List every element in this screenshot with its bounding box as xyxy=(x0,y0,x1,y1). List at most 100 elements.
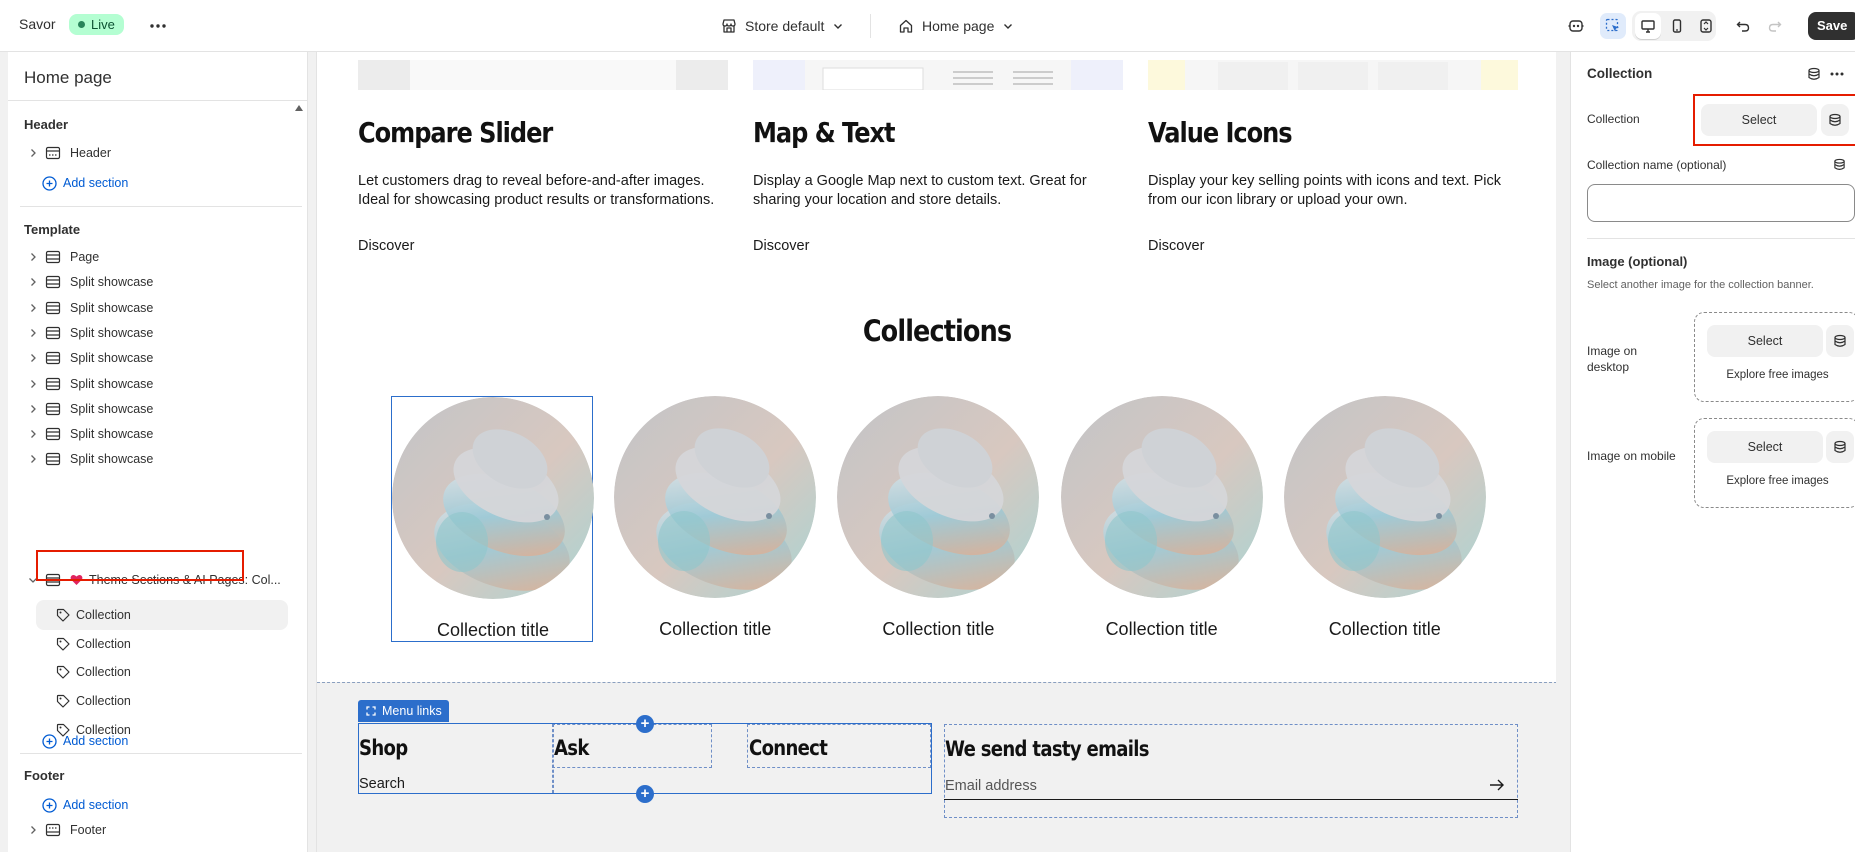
collection-card[interactable]: Collection title xyxy=(614,396,817,642)
sidebar-item-collection-block[interactable]: Collection xyxy=(56,686,131,716)
add-section-label: Add section xyxy=(63,734,129,748)
section-icon xyxy=(42,402,64,416)
menu-links-tag[interactable]: Menu links xyxy=(358,700,449,722)
sidebar-item-template[interactable]: Split showcase xyxy=(24,446,288,472)
chevron-right-icon[interactable] xyxy=(24,353,42,363)
image-mobile-select-button[interactable]: Select xyxy=(1707,431,1823,463)
sidebar-item-label: Split showcase xyxy=(70,452,154,467)
app-embeds-icon[interactable] xyxy=(1563,13,1589,39)
feature-image xyxy=(358,60,728,90)
chevron-right-icon[interactable] xyxy=(24,404,42,414)
add-block-icon[interactable]: + xyxy=(636,785,654,803)
collection-image xyxy=(837,396,1040,598)
collection-card[interactable]: Collection title xyxy=(1283,396,1486,642)
section-icon xyxy=(42,351,64,365)
sidebar-item-footer[interactable]: Footer xyxy=(24,817,288,843)
explore-free-images-link[interactable]: Explore free images xyxy=(1695,369,1855,381)
sidebar-item-label: Collection xyxy=(76,665,131,680)
dynamic-source-icon[interactable] xyxy=(1826,431,1854,463)
sidebar-item-template[interactable]: Split showcase xyxy=(24,345,288,371)
chevron-right-icon[interactable] xyxy=(24,148,42,158)
image-desktop-select-button[interactable]: Select xyxy=(1707,325,1823,357)
chevron-right-icon[interactable] xyxy=(24,379,42,389)
mobile-view-icon[interactable] xyxy=(1664,13,1690,39)
image-desktop-dropzone[interactable]: Select Explore free images xyxy=(1694,312,1855,402)
undo-icon[interactable] xyxy=(1730,13,1756,39)
sidebar-title: Home page xyxy=(24,68,112,87)
template-group-title: Template xyxy=(24,222,81,237)
chevron-right-icon[interactable] xyxy=(24,825,42,835)
add-section-button[interactable]: Add section xyxy=(42,172,128,194)
chevron-down-icon xyxy=(832,20,844,32)
image-mobile-dropzone[interactable]: Select Explore free images xyxy=(1694,418,1855,508)
scroll-up-icon[interactable] xyxy=(294,104,304,112)
chevron-right-icon[interactable] xyxy=(24,277,42,287)
chevron-down-icon xyxy=(1002,20,1014,32)
chevron-right-icon[interactable] xyxy=(24,303,42,313)
sidebar-item-label: Split showcase xyxy=(70,401,154,416)
arrow-right-icon[interactable] xyxy=(1489,778,1505,792)
sidebar-item-collection-block[interactable]: Collection xyxy=(56,600,131,630)
live-status-badge: Live xyxy=(69,14,124,35)
more-actions-icon[interactable] xyxy=(146,14,170,38)
sidebar-item-template[interactable]: Split showcase xyxy=(24,371,288,397)
theme-selector-label: Store default xyxy=(745,18,825,34)
add-section-button[interactable]: Add section xyxy=(42,730,128,752)
section-icon xyxy=(42,452,64,466)
sidebar-item-template[interactable]: Split showcase xyxy=(24,269,288,295)
chevron-right-icon[interactable] xyxy=(24,252,42,262)
sidebar-item-collection-block[interactable]: Collection xyxy=(56,629,131,659)
collection-card[interactable]: Collection title xyxy=(1060,396,1263,642)
plus-circle-icon xyxy=(42,733,57,749)
discover-link[interactable]: Discover xyxy=(753,238,809,254)
image-mobile-label: Image on mobile xyxy=(1587,449,1676,463)
save-button[interactable]: Save xyxy=(1808,12,1855,40)
explore-free-images-link[interactable]: Explore free images xyxy=(1695,475,1855,487)
collection-card[interactable]: Collection title xyxy=(837,396,1040,642)
sidebar-item-label: Collection xyxy=(76,608,131,622)
chevron-right-icon[interactable] xyxy=(24,328,42,338)
dynamic-source-icon[interactable] xyxy=(1807,67,1821,81)
sidebar-item-label: Header xyxy=(70,146,111,160)
inspector-select-icon[interactable] xyxy=(1600,13,1626,39)
chevron-right-icon[interactable] xyxy=(24,429,42,439)
sidebar-item-template[interactable]: Split showcase xyxy=(24,396,288,422)
dynamic-source-icon[interactable] xyxy=(1826,325,1854,357)
sidebar-item-template[interactable]: Split showcase xyxy=(24,295,288,321)
section-icon xyxy=(42,377,64,391)
settings-panel: Collection Collection Select Collection … xyxy=(1570,52,1855,852)
image-help-text: Select another image for the collection … xyxy=(1587,279,1814,291)
highlight-annotation xyxy=(36,550,244,581)
email-field-placeholder: Email address xyxy=(945,778,1037,794)
add-block-icon[interactable]: + xyxy=(636,715,654,733)
store-name[interactable]: Savor xyxy=(19,16,56,32)
menu-link[interactable]: Search xyxy=(359,776,405,792)
section-icon xyxy=(42,146,64,160)
page-selector[interactable]: Home page xyxy=(898,14,1014,38)
collection-name-field[interactable] xyxy=(1587,184,1855,222)
sidebar-item-header[interactable]: Header xyxy=(24,140,288,166)
collection-card[interactable]: Collection title xyxy=(391,396,594,642)
chevron-right-icon[interactable] xyxy=(24,454,42,464)
home-icon xyxy=(898,18,914,34)
collection-title: Collection title xyxy=(659,619,772,639)
sidebar-item-template[interactable]: Split showcase xyxy=(24,320,288,346)
fullscreen-view-icon[interactable] xyxy=(1693,13,1719,39)
more-actions-icon[interactable] xyxy=(1828,66,1846,82)
add-section-button[interactable]: Add section xyxy=(42,794,128,816)
discover-link[interactable]: Discover xyxy=(358,238,414,254)
collections-heading: Collections xyxy=(862,314,1012,348)
section-icon xyxy=(42,275,64,289)
discover-link[interactable]: Discover xyxy=(1148,238,1204,254)
plus-circle-icon xyxy=(42,797,57,813)
sidebar-item-template[interactable]: Page xyxy=(24,244,288,270)
divider xyxy=(20,206,302,207)
redo-icon[interactable] xyxy=(1762,13,1788,39)
sidebar-item-template[interactable]: Split showcase xyxy=(24,421,288,447)
feature-description: Let customers drag to reveal before-and-… xyxy=(358,173,715,208)
desktop-view-icon[interactable] xyxy=(1635,13,1661,39)
theme-selector[interactable]: Store default xyxy=(721,14,844,38)
collection-image xyxy=(1060,396,1263,598)
sidebar-item-collection-block[interactable]: Collection xyxy=(56,657,131,687)
dynamic-source-icon[interactable] xyxy=(1833,158,1846,171)
